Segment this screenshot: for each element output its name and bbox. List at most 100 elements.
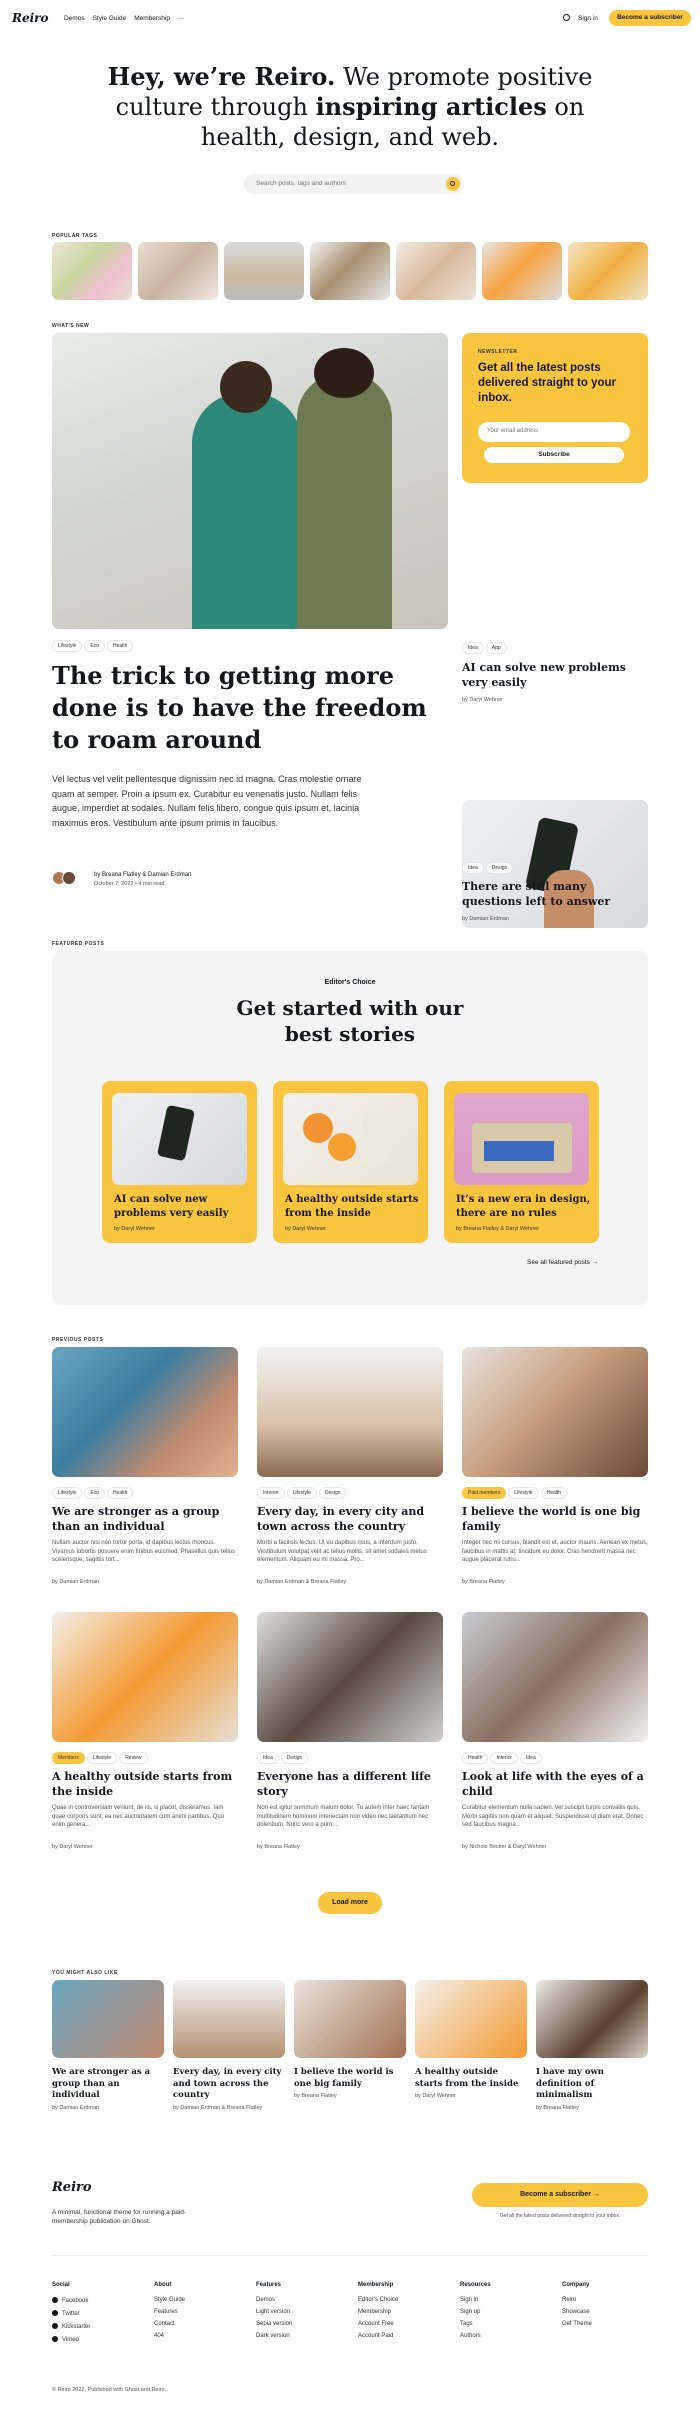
featured-card-image[interactable] [454, 1093, 589, 1185]
footer-subscribe-button[interactable]: Become a subscriber → [472, 2183, 648, 2207]
footer-link[interactable]: Demos [256, 2297, 351, 2303]
also-like-card[interactable]: We are stronger as a group than an indiv… [52, 1980, 164, 2120]
side-post-author[interactable]: by Damian Erdman [462, 916, 509, 922]
footer-link[interactable]: Kickstarter [52, 2323, 147, 2330]
tag-pill[interactable]: Idea [462, 862, 484, 874]
post-card-image[interactable] [462, 1612, 648, 1742]
post-card-author[interactable]: by Nichole Becker & Daryl Wehner [462, 1844, 547, 1850]
footer-link[interactable]: Membership [358, 2309, 453, 2315]
tag-thumb[interactable] [224, 242, 304, 300]
also-like-author[interactable]: by Breana Flatley [294, 2093, 337, 2099]
post-card-image[interactable] [257, 1612, 443, 1742]
also-like-author[interactable]: by Breana Flatley [536, 2105, 579, 2111]
also-like-title[interactable]: I believe the world is one big family [294, 2067, 406, 2090]
load-more-button[interactable]: Load more [318, 1892, 382, 1914]
side-post-author[interactable]: by Daryl Wehner [462, 697, 503, 703]
tag-pill[interactable]: Idea [257, 1752, 279, 1764]
post-card[interactable]: Members Lifestyle Review A healthy outside … [52, 1612, 238, 1862]
side-post-title[interactable]: AI can solve new problems very easily [462, 660, 642, 690]
footer-link[interactable]: Account Paid [358, 2333, 453, 2339]
side-post-title[interactable]: There are still many questions left to a… [462, 879, 642, 909]
tag-pill[interactable]: Health [540, 1487, 568, 1499]
also-like-title[interactable]: We are stronger as a group than an indiv… [52, 2067, 164, 2102]
also-like-card[interactable]: A healthy outside starts from the inside… [415, 1980, 527, 2120]
see-all-featured-link[interactable]: See all featured posts → [527, 1259, 598, 1266]
featured-card-author[interactable]: by Daryl Wehner [285, 1226, 326, 1232]
footer-link[interactable]: Sepia version [256, 2321, 351, 2327]
tag-pill[interactable]: Lifestyle [86, 1752, 118, 1764]
footer-link[interactable]: Light version [256, 2309, 351, 2315]
tag-pill[interactable]: Lifestyle [52, 640, 83, 652]
featured-card-title[interactable]: A healthy outside starts from the inside [285, 1193, 421, 1220]
featured-card[interactable]: It’s a new era in design, there are no r… [444, 1081, 599, 1243]
avatar[interactable] [62, 871, 76, 885]
also-like-image[interactable] [294, 1980, 406, 2058]
footer-link[interactable]: Vimeo [52, 2336, 147, 2343]
footer-link[interactable]: Sign in [460, 2297, 555, 2303]
main-feature-authors[interactable]: by Breana Flatley & Damian Erdman [94, 872, 191, 878]
post-card-author[interactable]: by Damian Erdman & Breana Flatley [257, 1579, 346, 1585]
signin-link[interactable]: Sign in [578, 15, 598, 22]
tag-pill[interactable]: Members [52, 1752, 85, 1764]
search-icon[interactable] [563, 14, 570, 21]
also-like-title[interactable]: A healthy outside starts from the inside [415, 2067, 527, 2090]
post-card[interactable]: Idea Design Everyone has a different life … [257, 1612, 443, 1862]
tag-thumb[interactable] [52, 242, 132, 300]
footer-link[interactable]: Sign up [460, 2309, 555, 2315]
footer-link[interactable]: Account Free [358, 2321, 453, 2327]
nav-style-guide[interactable]: Style Guide [93, 15, 127, 22]
featured-card-image[interactable] [112, 1093, 247, 1185]
tag-pill[interactable]: Interior [490, 1752, 519, 1764]
tag-pill[interactable]: Lifestyle [286, 1487, 317, 1499]
post-card[interactable]: Lifestyle Eco Health We are stronger as a g… [52, 1347, 238, 1597]
also-like-image[interactable] [536, 1980, 648, 2058]
newsletter-email-input[interactable]: Your email address [478, 422, 630, 442]
featured-card-title[interactable]: AI can solve new problems very easily [114, 1193, 250, 1220]
tag-pill[interactable]: Idea [520, 1752, 542, 1764]
post-card-image[interactable] [257, 1347, 443, 1477]
tag-pill[interactable]: Design [485, 862, 514, 874]
post-card-author[interactable]: by Breana Flatley [462, 1579, 505, 1585]
post-card-image[interactable] [52, 1612, 238, 1742]
tag-pill[interactable]: Eco [84, 1487, 105, 1499]
tag-thumb[interactable] [396, 242, 476, 300]
tag-pill[interactable]: Design [318, 1487, 347, 1499]
footer-link[interactable]: Style Guide [154, 2297, 249, 2303]
tag-thumb[interactable] [138, 242, 218, 300]
footer-logo[interactable]: Reiro [52, 2180, 92, 2195]
post-card-title[interactable]: Look at life with the eyes of a child [462, 1769, 648, 1799]
footer-link[interactable]: Contact [154, 2321, 249, 2327]
also-like-card[interactable]: I have my own definition of minimalism by… [536, 1980, 648, 2120]
footer-link[interactable]: Showcase [562, 2309, 657, 2315]
subscribe-button[interactable]: Become a subscriber [609, 10, 691, 26]
main-feature-title[interactable]: The trick to getting more done is to hav… [52, 660, 442, 756]
tag-pill[interactable]: Lifestyle [508, 1487, 539, 1499]
post-card[interactable]: Interior Lifestyle Design Every day, in eve… [257, 1347, 443, 1597]
tag-pill[interactable]: Review [119, 1752, 148, 1764]
also-like-card[interactable]: Every day, in every city and town across… [173, 1980, 285, 2120]
tag-pill[interactable]: Interior [257, 1487, 285, 1499]
post-card-title[interactable]: Every day, in every city and town across… [257, 1504, 443, 1534]
also-like-card[interactable]: I believe the world is one big family by … [294, 1980, 406, 2120]
also-like-title[interactable]: I have my own definition of minimalism [536, 2067, 648, 2102]
featured-card[interactable]: A healthy outside starts from the inside… [273, 1081, 428, 1243]
search-input[interactable]: Search posts, tags and authors [256, 180, 346, 187]
also-like-author[interactable]: by Daryl Wehner [415, 2093, 456, 2099]
featured-card-title[interactable]: It’s a new era in design, there are no r… [456, 1193, 592, 1220]
footer-link[interactable]: Facebook [52, 2297, 147, 2304]
tag-pill[interactable]: App [485, 642, 507, 654]
also-like-title[interactable]: Every day, in every city and town across… [173, 2067, 285, 2102]
post-card-image[interactable] [52, 1347, 238, 1477]
footer-link[interactable]: Tags [460, 2321, 555, 2327]
footer-link[interactable]: Reiro [562, 2297, 657, 2303]
tag-thumb[interactable] [482, 242, 562, 300]
post-card-author[interactable]: by Daryl Wehner [52, 1844, 93, 1850]
tag-pill[interactable]: Health [106, 640, 134, 652]
tag-pill[interactable]: Eco [84, 640, 105, 652]
post-card-author[interactable]: by Damian Erdman [52, 1579, 99, 1585]
post-card-image[interactable] [462, 1347, 648, 1477]
featured-card-author[interactable]: by Breana Flatley & Daryl Wehner [456, 1226, 539, 1232]
also-like-image[interactable] [52, 1980, 164, 2058]
also-like-image[interactable] [415, 1980, 527, 2058]
post-card[interactable]: Paid members Lifestyle Health I believe the… [462, 1347, 648, 1597]
